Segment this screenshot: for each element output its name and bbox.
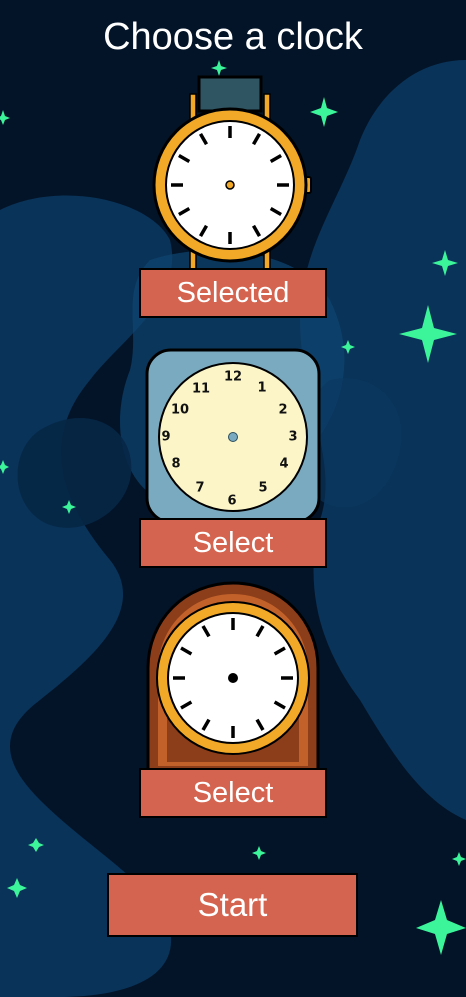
select-wall-clock-button[interactable]: Select bbox=[139, 518, 327, 568]
mantel-clock-icon[interactable] bbox=[145, 580, 321, 772]
nebula-cloud bbox=[17, 418, 132, 528]
numeral-5: 5 bbox=[258, 481, 267, 496]
page-title: Choose a clock bbox=[103, 16, 363, 58]
wall-clock-icon[interactable]: 12 1 2 3 4 5 6 7 8 9 10 11 bbox=[145, 348, 321, 524]
star-icon bbox=[0, 110, 10, 125]
numeral-9: 9 bbox=[161, 430, 170, 445]
start-button[interactable]: Start bbox=[107, 873, 358, 937]
numeral-1: 1 bbox=[257, 381, 266, 396]
numeral-3: 3 bbox=[288, 430, 297, 445]
numeral-10: 10 bbox=[171, 403, 189, 418]
wall-clock-center-pin bbox=[228, 432, 238, 442]
numeral-2: 2 bbox=[278, 403, 287, 418]
wristwatch-icon[interactable] bbox=[150, 74, 316, 270]
star-icon bbox=[416, 900, 466, 955]
numeral-7: 7 bbox=[195, 481, 204, 496]
star-icon bbox=[452, 852, 466, 866]
watch-strap-top bbox=[197, 75, 263, 113]
numeral-8: 8 bbox=[171, 457, 180, 472]
numeral-6: 6 bbox=[227, 494, 236, 509]
select-mantel-clock-button[interactable]: Select bbox=[139, 768, 327, 818]
numeral-4: 4 bbox=[279, 457, 288, 472]
mantel-center-pin bbox=[228, 673, 238, 683]
star-icon bbox=[252, 846, 266, 860]
select-wristwatch-button[interactable]: Selected bbox=[139, 268, 327, 318]
numeral-11: 11 bbox=[192, 382, 210, 397]
numeral-12: 12 bbox=[224, 370, 242, 385]
watch-center-pin bbox=[225, 180, 235, 190]
